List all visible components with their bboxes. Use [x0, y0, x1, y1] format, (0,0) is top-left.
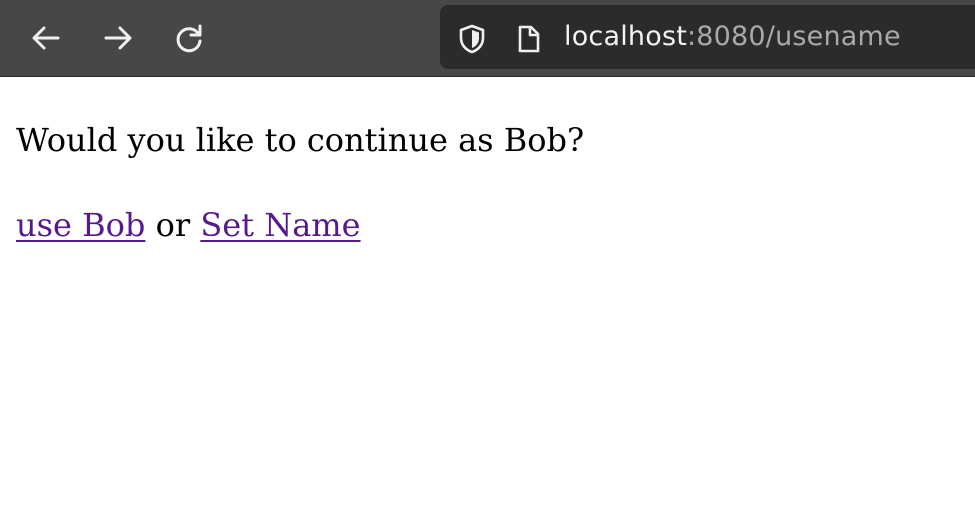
browser-toolbar: localhost:8080/usename	[0, 0, 975, 77]
choice-line: use Bob or Set Name	[16, 197, 584, 253]
url-bar[interactable]: localhost:8080/usename	[440, 5, 975, 69]
url-path: :8080/usename	[687, 21, 901, 52]
url-host: localhost	[564, 21, 687, 52]
page-icon[interactable]	[512, 23, 544, 55]
reload-button[interactable]	[170, 18, 210, 58]
continue-question: Would you like to continue as Bob?	[16, 121, 585, 159]
set-name-link[interactable]: Set Name	[200, 206, 360, 244]
arrow-right-icon	[104, 26, 132, 50]
back-button[interactable]	[26, 18, 66, 58]
page-content: Would you like to continue as Bob? use B…	[16, 112, 584, 253]
shield-icon[interactable]	[456, 23, 488, 55]
arrow-left-icon	[32, 26, 60, 50]
reload-icon	[176, 24, 202, 53]
url-text[interactable]: localhost:8080/usename	[564, 18, 901, 56]
use-bob-link[interactable]: use Bob	[16, 206, 145, 244]
or-separator: or	[155, 206, 191, 244]
forward-button[interactable]	[98, 18, 138, 58]
